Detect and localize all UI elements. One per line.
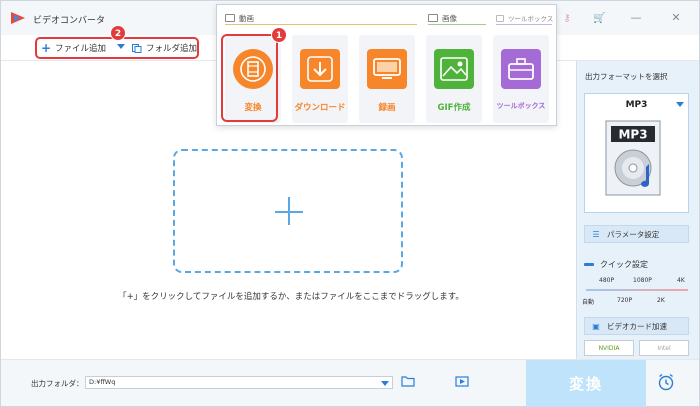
section-image-label: 画像: [442, 13, 457, 23]
minimize-button[interactable]: —: [629, 11, 643, 25]
quality-slider[interactable]: [586, 289, 688, 291]
section-image-line: [428, 24, 486, 25]
cart-icon[interactable]: 🛒: [593, 13, 605, 25]
app-title: ビデオコンバータ: [33, 16, 106, 26]
parameter-settings-label: パラメータ設定: [607, 229, 660, 239]
plus-icon: +: [40, 41, 52, 55]
screen-record-icon: [367, 49, 407, 89]
nvidia-label: NVIDIA: [598, 344, 620, 352]
sliders-icon: ☰: [592, 229, 600, 239]
output-format-panel: 出力フォーマットを選択 MP3 MP3 ☰ パラメータ設定 クイック設定 480…: [576, 61, 699, 359]
tile-gif[interactable]: GIF作成: [426, 35, 482, 123]
gpu-icon: ▣: [592, 321, 600, 331]
nvidia-toggle[interactable]: NVIDIA: [584, 340, 634, 356]
intel-label: Intel: [657, 344, 671, 352]
gpu-acceleration-button[interactable]: ▣ ビデオカード加速: [584, 317, 689, 335]
download-icon: [300, 49, 340, 89]
key-icon[interactable]: ⚷: [561, 13, 573, 25]
output-folder-path: D:¥ffWq: [89, 378, 116, 386]
quick-label-4k[interactable]: 4K: [677, 277, 685, 284]
add-file-label: ファイル追加: [55, 44, 107, 54]
section-video: 動画: [225, 11, 254, 25]
quick-label-auto[interactable]: 自動: [582, 297, 594, 306]
app-logo-icon: [11, 12, 25, 24]
quick-label-1080p[interactable]: 1080P: [633, 277, 652, 284]
output-folder-label: 出力フォルダ：: [31, 379, 84, 388]
section-toolbox-label: ツールボックス: [508, 15, 554, 23]
add-file-button[interactable]: + ファイル追加: [41, 41, 106, 55]
step-1-badge: 1: [271, 27, 287, 43]
add-plus-icon-vertical[interactable]: [288, 197, 290, 225]
open-folder-icon[interactable]: [401, 376, 415, 387]
video-section-icon: [225, 14, 235, 22]
tile-record-label: 録画: [378, 103, 396, 113]
toolbox-section-icon: [496, 14, 504, 22]
section-video-line: [225, 24, 417, 25]
quick-settings-title: クイック設定: [584, 259, 648, 270]
app-window: ビデオコンバータ ⚷ 🛒 — ✕ + ファイル追加 フォルダ追加 2 「+」をク…: [0, 0, 700, 407]
add-folder-label: フォルダ追加: [146, 44, 198, 54]
output-format-title: 出力フォーマットを選択: [585, 72, 668, 81]
bottom-bar: 出力フォルダ： D:¥ffWq 変換: [1, 359, 699, 407]
quick-label-2k[interactable]: 2K: [657, 297, 665, 304]
drop-hint-text: 「+」をクリックしてファイルを追加するか、またはファイルをここまでドラッグします…: [118, 292, 464, 302]
tile-download-label: ダウンロード: [294, 103, 346, 113]
format-dropdown-icon[interactable]: [676, 102, 684, 107]
folder-add-icon: [132, 43, 142, 53]
quick-label-480p[interactable]: 480P: [599, 277, 614, 284]
image-icon: [434, 49, 474, 89]
quick-settings-label: クイック設定: [600, 260, 648, 269]
quick-settings-icon: [584, 263, 594, 266]
format-selector[interactable]: MP3 MP3: [584, 93, 689, 213]
image-section-icon: [428, 14, 438, 22]
section-toolbox: ツールボックス: [496, 11, 553, 25]
section-video-label: 動画: [239, 13, 254, 23]
add-file-dropdown-icon[interactable]: [117, 44, 125, 49]
section-image: 画像: [428, 11, 457, 25]
output-preview-icon[interactable]: [455, 376, 469, 387]
step-2-badge: 2: [110, 25, 126, 41]
format-name: MP3: [625, 100, 648, 110]
add-folder-button[interactable]: フォルダ追加: [132, 41, 197, 55]
convert-button[interactable]: 変換: [526, 360, 646, 407]
tile-toolbox-label: ツールボックス: [496, 102, 546, 110]
file-drop-zone[interactable]: [173, 149, 403, 273]
output-folder-dropdown-icon[interactable]: [381, 381, 389, 386]
output-folder-field[interactable]: D:¥ffWq: [85, 376, 393, 389]
mp3-file-icon: MP3: [605, 120, 661, 196]
section-toolbox-line: [496, 24, 552, 25]
convert-tile-highlight-frame: [221, 34, 278, 122]
intel-toggle[interactable]: Intel: [639, 340, 689, 356]
quick-label-720p[interactable]: 720P: [617, 297, 632, 304]
tile-record[interactable]: 録画: [359, 35, 415, 123]
tile-toolbox[interactable]: ツールボックス: [493, 35, 549, 123]
toolbox-icon: [501, 49, 541, 89]
mp3-icon-text: MP3: [618, 128, 647, 142]
gpu-acceleration-label: ビデオカード加速: [607, 321, 667, 331]
tile-download[interactable]: ダウンロード: [292, 35, 348, 123]
parameter-settings-button[interactable]: ☰ パラメータ設定: [584, 225, 689, 243]
tile-gif-label: GIF作成: [437, 103, 471, 113]
close-button[interactable]: ✕: [669, 11, 683, 25]
alarm-clock-icon[interactable]: [657, 373, 675, 391]
